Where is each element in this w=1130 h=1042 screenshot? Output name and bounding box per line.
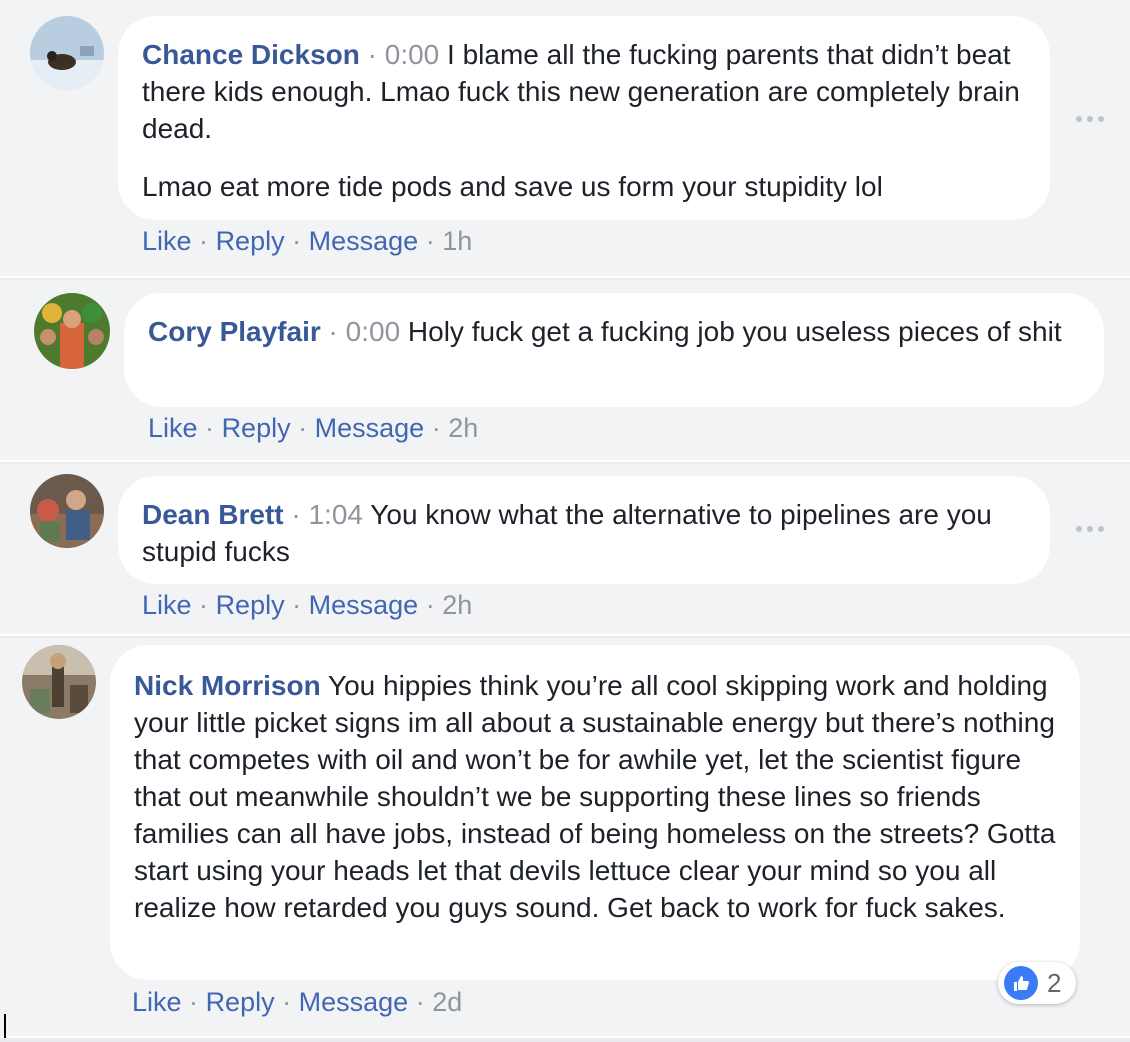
reply-link[interactable]: Reply	[216, 590, 285, 620]
comment-body: Lmao eat more tide pods and save us form…	[142, 171, 883, 202]
comment-text: Chance Dickson · 0:00 I blame all the fu…	[142, 36, 1026, 147]
separator: ·	[431, 413, 441, 443]
avatar-image	[30, 16, 104, 90]
comment-text: Dean Brett · 1:04 You know what the alte…	[142, 496, 1026, 570]
text-cursor	[4, 1014, 6, 1038]
message-link[interactable]: Message	[299, 987, 409, 1017]
separator: ·	[291, 499, 301, 530]
like-link[interactable]: Like	[142, 226, 192, 256]
separator: ·	[205, 413, 215, 443]
comment-time[interactable]: 1h	[442, 226, 472, 256]
author-name[interactable]: Nick Morrison	[134, 670, 321, 701]
comment-bubble: Nick Morrison You hippies think you’re a…	[110, 645, 1080, 980]
author-name[interactable]: Cory Playfair	[148, 316, 321, 347]
like-link[interactable]: Like	[142, 590, 192, 620]
separator: ·	[292, 226, 302, 256]
voice-timestamp[interactable]: 1:04	[308, 499, 363, 530]
separator: ·	[292, 590, 302, 620]
avatar[interactable]	[30, 16, 104, 90]
message-link[interactable]: Message	[315, 413, 425, 443]
separator: ·	[199, 226, 209, 256]
comment-bubble: Chance Dickson · 0:00 I blame all the fu…	[118, 16, 1050, 220]
comment-actions: Like · Reply · Message · 1h	[142, 224, 472, 258]
author-name[interactable]: Dean Brett	[142, 499, 284, 530]
author-name[interactable]: Chance Dickson	[142, 39, 360, 70]
avatar-image	[22, 645, 96, 719]
voice-timestamp[interactable]: 0:00	[346, 316, 401, 347]
avatar-image	[30, 474, 104, 548]
reply-link[interactable]: Reply	[222, 413, 291, 443]
separator: ·	[298, 413, 308, 443]
avatar-image	[34, 293, 110, 369]
like-link[interactable]: Like	[132, 987, 182, 1017]
reaction-summary[interactable]: 2	[998, 962, 1076, 1004]
thumbs-up-icon	[1004, 966, 1038, 1000]
reaction-count: 2	[1047, 967, 1062, 998]
comment-text-2: Lmao eat more tide pods and save us form…	[142, 168, 1026, 205]
comment-bubble: Dean Brett · 1:04 You know what the alte…	[118, 476, 1050, 584]
like-link[interactable]: Like	[148, 413, 198, 443]
comment-body: Holy fuck get a fucking job you useless …	[407, 316, 1062, 347]
message-link[interactable]: Message	[309, 226, 419, 256]
avatar[interactable]	[22, 645, 96, 719]
separator: ·	[425, 590, 435, 620]
comment-body: You hippies think you’re all cool skippi…	[134, 670, 1056, 923]
separator: ·	[415, 987, 425, 1017]
separator: ·	[425, 226, 435, 256]
separator: ·	[189, 987, 199, 1017]
reply-link[interactable]: Reply	[216, 226, 285, 256]
avatar[interactable]	[34, 293, 110, 369]
separator: ·	[282, 987, 292, 1017]
more-options-icon[interactable]	[1074, 112, 1106, 126]
avatar[interactable]	[30, 474, 104, 548]
comment-time[interactable]: 2h	[442, 590, 472, 620]
comment-text: Nick Morrison You hippies think you’re a…	[134, 667, 1056, 926]
comment-actions: Like · Reply · Message · 2d	[132, 985, 462, 1019]
separator: ·	[199, 590, 209, 620]
message-link[interactable]: Message	[309, 590, 419, 620]
comment-bubble: Cory Playfair · 0:00 Holy fuck get a fuc…	[124, 293, 1104, 407]
comment-time[interactable]: 2d	[432, 987, 462, 1017]
comment-text: Cory Playfair · 0:00 Holy fuck get a fuc…	[148, 313, 1080, 350]
voice-timestamp[interactable]: 0:00	[385, 39, 440, 70]
more-options-icon[interactable]	[1074, 522, 1106, 536]
reply-link[interactable]: Reply	[206, 987, 275, 1017]
comment-actions: Like · Reply · Message · 2h	[142, 588, 472, 622]
separator: ·	[367, 39, 377, 70]
separator: ·	[328, 316, 338, 347]
comment-time[interactable]: 2h	[448, 413, 478, 443]
comment-actions: Like · Reply · Message · 2h	[148, 411, 478, 445]
